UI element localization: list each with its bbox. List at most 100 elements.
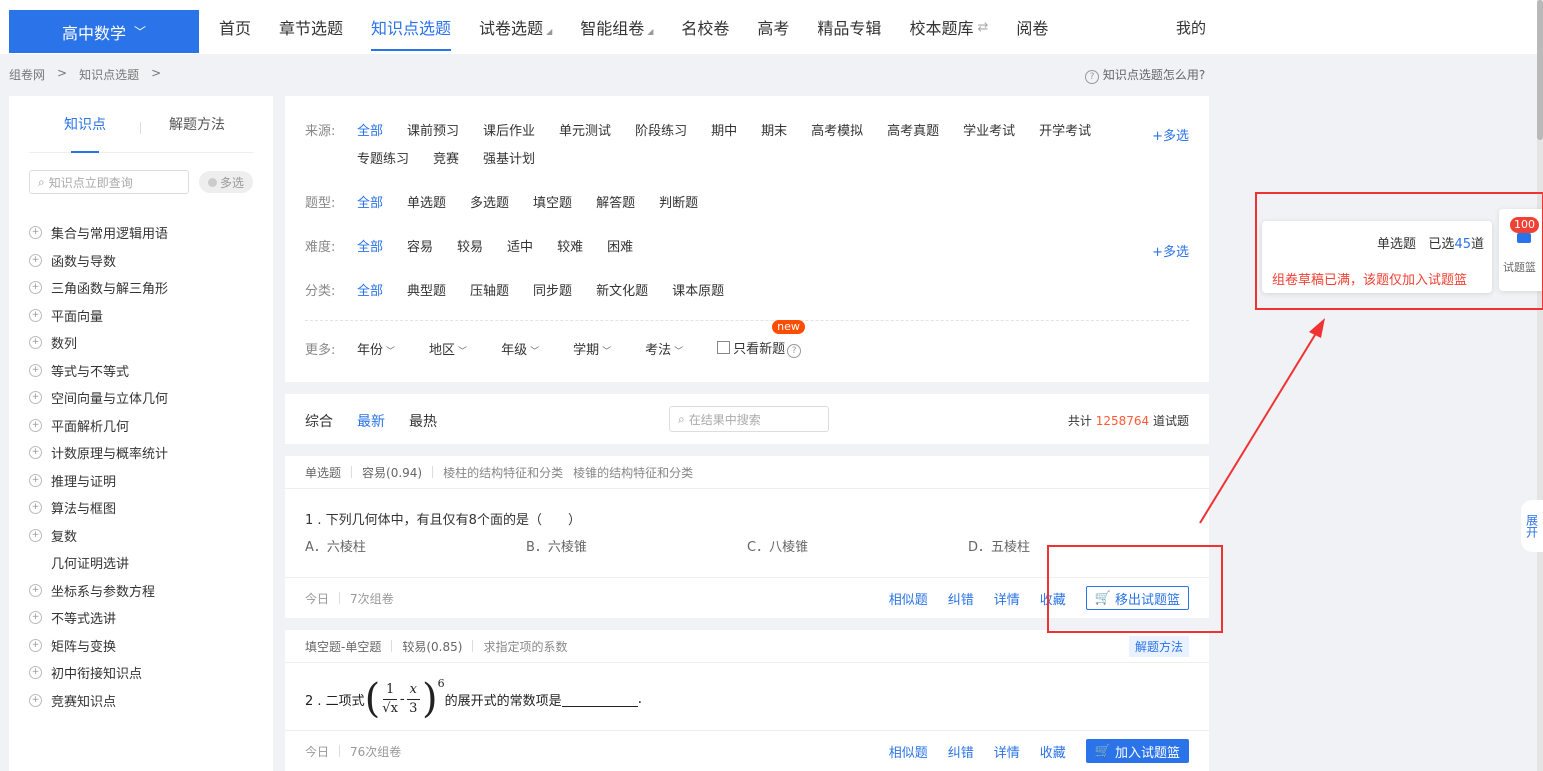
question-icon[interactable]: ? <box>787 344 802 358</box>
sort-comprehensive[interactable]: 综合 <box>305 411 333 431</box>
expand-plus-icon[interactable]: + <box>29 446 42 460</box>
expand-plus-icon[interactable]: + <box>29 583 42 597</box>
filter-option-source[interactable]: 阶段练习 <box>635 118 687 146</box>
result-search-input[interactable]: ⌕ 在结果中搜索 <box>669 406 829 432</box>
help-link[interactable]: ? 知识点选题怎么用? <box>1083 66 1205 84</box>
tab-knowledge[interactable]: 知识点 <box>29 96 141 153</box>
detail-button[interactable]: 详情 <box>994 742 1020 761</box>
sort-hottest[interactable]: 最热 <box>409 411 437 431</box>
expand-plus-icon[interactable]: + <box>29 308 42 322</box>
similar-button[interactable]: 相似题 <box>889 589 928 608</box>
nav-item[interactable]: 章节选题 <box>279 0 343 54</box>
expand-plus-icon[interactable]: + <box>29 391 42 405</box>
breadcrumb-current[interactable]: 知识点选题 <box>79 66 139 83</box>
expand-tab[interactable]: 展开 <box>1521 500 1543 552</box>
multi-select-toggle[interactable]: 多选 <box>199 171 253 193</box>
knowledge-tree-item[interactable]: + 函数与导数 <box>29 247 168 275</box>
expand-plus-icon[interactable]: + <box>29 693 42 707</box>
filter-option-category[interactable]: 压轴题 <box>470 278 509 306</box>
expand-plus-icon[interactable]: + <box>29 253 42 267</box>
page-scrollbar[interactable] <box>1537 0 1543 771</box>
nav-item[interactable]: 精品专辑 <box>817 0 881 54</box>
knowledge-point-link[interactable]: 棱柱的结构特征和分类 <box>443 464 563 481</box>
filter-option-difficulty[interactable]: 容易 <box>407 234 433 262</box>
knowledge-tree-item[interactable]: 几何证明选讲 <box>29 549 168 577</box>
filter-option-source[interactable]: 期中 <box>711 118 737 146</box>
filter-dropdown[interactable]: 地区 ﹀ <box>429 339 467 358</box>
knowledge-tree-item[interactable]: + 平面向量 <box>29 302 168 330</box>
filter-option-category[interactable]: 全部 <box>357 278 383 306</box>
solution-method-button[interactable]: 解题方法 <box>1128 636 1189 657</box>
filter-dropdown[interactable]: 年级 ﹀ <box>501 339 539 358</box>
filter-option-type[interactable]: 单选题 <box>407 190 446 218</box>
knowledge-tree-item[interactable]: + 集合与常用逻辑用语 <box>29 219 168 247</box>
filter-option-difficulty[interactable]: 较难 <box>557 234 583 262</box>
subject-selector[interactable]: 高中数学 ﹀ <box>9 10 199 53</box>
filter-option-difficulty[interactable]: 适中 <box>507 234 533 262</box>
filter-option-source[interactable]: 期末 <box>761 118 787 146</box>
knowledge-tree-item[interactable]: + 计数原理与概率统计 <box>29 439 168 467</box>
nav-item[interactable]: 校本题库 ⇄ <box>909 0 988 54</box>
filter-option-source[interactable]: 全部 <box>357 118 383 146</box>
knowledge-search-input[interactable]: ⌕ 知识点立即查询 <box>29 170 189 194</box>
filter-option-source[interactable]: 单元测试 <box>559 118 611 146</box>
expand-plus-icon[interactable]: + <box>29 611 42 625</box>
filter-option-source[interactable]: 强基计划 <box>483 146 535 174</box>
nav-item[interactable]: 高考 <box>757 0 789 54</box>
expand-plus-icon[interactable]: + <box>29 226 42 240</box>
knowledge-tree-item[interactable]: + 初中衔接知识点 <box>29 659 168 687</box>
nav-item[interactable]: 试卷选题 ◢ <box>479 0 552 54</box>
filter-option-type[interactable]: 填空题 <box>533 190 572 218</box>
checkbox-icon[interactable] <box>717 341 731 354</box>
expand-plus-icon[interactable]: + <box>29 638 42 652</box>
nav-item[interactable]: 阅卷 <box>1016 0 1048 54</box>
nav-item[interactable]: 智能组卷 ◢ <box>580 0 653 54</box>
similar-button[interactable]: 相似题 <box>889 742 928 761</box>
nav-item[interactable]: 名校卷 <box>681 0 729 54</box>
report-error-button[interactable]: 纠错 <box>948 589 974 608</box>
only-new-checkbox[interactable]: 只看新题? new <box>717 320 805 358</box>
filter-option-difficulty[interactable]: 困难 <box>607 234 633 262</box>
expand-plus-icon[interactable]: + <box>29 418 42 432</box>
filter-option-difficulty[interactable]: 较易 <box>457 234 483 262</box>
expand-plus-icon[interactable]: + <box>29 281 42 295</box>
filter-dropdown[interactable]: 年份 ﹀ <box>357 339 395 358</box>
breadcrumb-root[interactable]: 组卷网 <box>9 66 45 83</box>
tab-method[interactable]: 解题方法 <box>141 96 253 152</box>
knowledge-tree-item[interactable]: + 等式与不等式 <box>29 357 168 385</box>
filter-dropdown[interactable]: 考法 ﹀ <box>645 339 683 358</box>
filter-option-category[interactable]: 课本原题 <box>672 278 724 306</box>
filter-option-type[interactable]: 判断题 <box>659 190 698 218</box>
filter-option-difficulty[interactable]: 全部 <box>357 234 383 262</box>
filter-option-source[interactable]: 高考真题 <box>887 118 939 146</box>
filter-option-source[interactable]: 专题练习 <box>357 146 409 174</box>
knowledge-tree-item[interactable]: + 空间向量与立体几何 <box>29 384 168 412</box>
filter-option-type[interactable]: 多选题 <box>470 190 509 218</box>
knowledge-tree-item[interactable]: + 推理与证明 <box>29 467 168 495</box>
filter-option-source[interactable]: 竞赛 <box>433 146 459 174</box>
favorite-button[interactable]: 收藏 <box>1040 742 1066 761</box>
source-multi-button[interactable]: +多选 <box>1152 125 1189 144</box>
expand-plus-icon[interactable]: + <box>29 473 42 487</box>
filter-option-type[interactable]: 全部 <box>357 190 383 218</box>
knowledge-tree-item[interactable]: + 算法与框图 <box>29 494 168 522</box>
report-error-button[interactable]: 纠错 <box>948 742 974 761</box>
nav-mine[interactable]: 我的 <box>1176 0 1206 54</box>
filter-option-source[interactable]: 学业考试 <box>963 118 1015 146</box>
knowledge-tree-item[interactable]: + 坐标系与参数方程 <box>29 577 168 605</box>
filter-dropdown[interactable]: 学期 ﹀ <box>573 339 611 358</box>
knowledge-tree-item[interactable]: + 平面解析几何 <box>29 412 168 440</box>
scrollbar-thumb[interactable] <box>1537 0 1543 140</box>
filter-option-source[interactable]: 课前预习 <box>407 118 459 146</box>
nav-item[interactable]: 首页 <box>219 0 251 54</box>
expand-plus-icon[interactable]: + <box>29 501 42 515</box>
add-to-basket-button[interactable]: 🛒 加入试题篮 <box>1085 739 1189 763</box>
filter-option-category[interactable]: 同步题 <box>533 278 572 306</box>
expand-plus-icon[interactable]: + <box>29 666 42 680</box>
nav-item[interactable]: 知识点选题 <box>371 0 452 54</box>
expand-plus-icon[interactable]: + <box>29 336 42 350</box>
question-body[interactable]: 2 . 二项式 ( 1 √x - x 3 ) 6 的展开式的常数项是 . <box>285 663 1209 719</box>
filter-option-category[interactable]: 新文化题 <box>596 278 648 306</box>
knowledge-tree-item[interactable]: + 复数 <box>29 522 168 550</box>
knowledge-tree-item[interactable]: + 竞赛知识点 <box>29 687 168 715</box>
